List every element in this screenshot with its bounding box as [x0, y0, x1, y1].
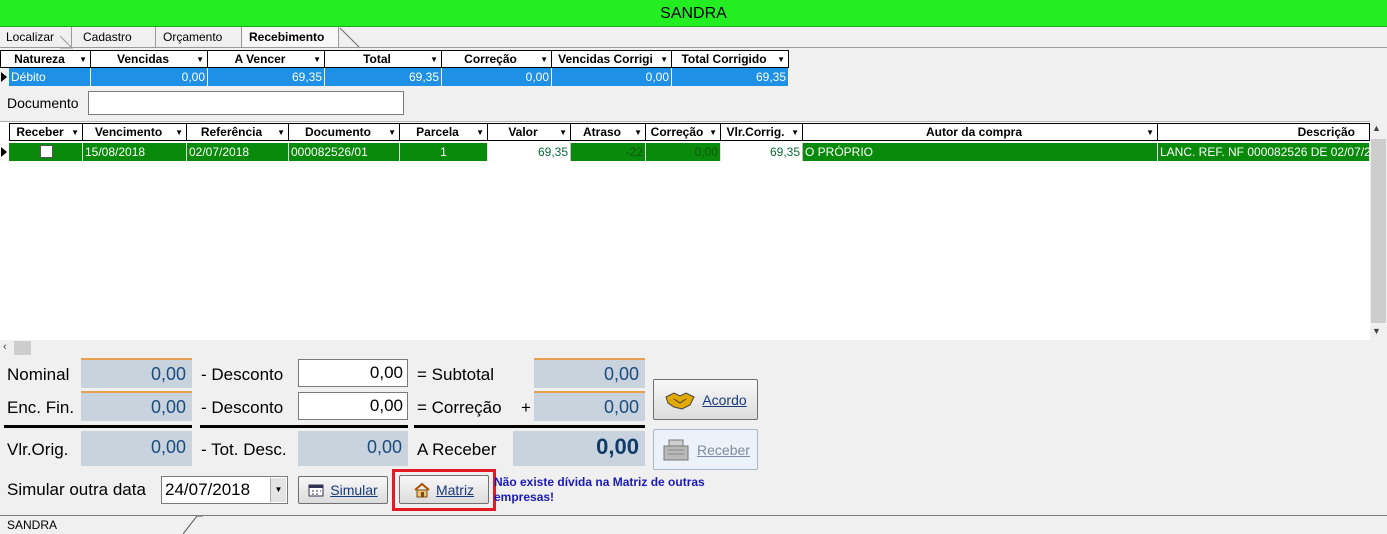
window-title: SANDRA	[0, 0, 1387, 27]
tot-desc-label: - Tot. Desc.	[201, 440, 287, 459]
tab-outline	[60, 27, 360, 49]
cell-a-vencer: 69,35	[208, 68, 325, 86]
nominal-value: 0,00	[81, 358, 192, 388]
correcao-label: = Correção	[417, 398, 502, 417]
cell-total: 69,35	[325, 68, 442, 86]
cell-vencimento: 15/08/2018	[83, 143, 187, 161]
col-documento[interactable]: Documento ▼	[289, 123, 400, 141]
a-receber-label: A Receber	[417, 440, 497, 459]
enc-fin-value: 0,00	[81, 391, 192, 421]
summary-row[interactable]: Débito 0,00 69,35 69,35 0,00 0,00 69,35	[0, 68, 790, 86]
col-autor-da-compra[interactable]: Autor da compra ▼	[803, 123, 1158, 141]
documento-input[interactable]	[88, 91, 404, 115]
cell-documento: 000082526/01	[289, 143, 400, 161]
subtotal-value: 0,00	[534, 358, 645, 388]
matriz-button-label: Matriz	[435, 481, 475, 498]
col-correcao-main[interactable]: Correção ▼	[646, 123, 721, 141]
status-divider	[183, 516, 203, 534]
col-receber[interactable]: Receber ▼	[9, 123, 83, 141]
row-indicator-icon	[1, 72, 7, 82]
simular-button-label: Simular	[330, 482, 378, 498]
vertical-scrollbar[interactable]: ▲ ▼	[1370, 121, 1387, 340]
tot-desc-value: 0,00	[298, 431, 408, 466]
col-vencidas[interactable]: Vencidas ▼	[91, 50, 208, 68]
vertical-scroll-thumb[interactable]	[1371, 139, 1386, 323]
desconto-input[interactable]: 0,00	[298, 359, 408, 387]
handshake-icon	[665, 391, 695, 410]
cell-receber	[9, 143, 83, 161]
acordo-button-label: Acordo	[702, 391, 747, 408]
col-valor[interactable]: Valor ▼	[488, 123, 571, 141]
cell-total-corrigido: 69,35	[672, 68, 789, 86]
horizontal-scrollbar[interactable]: ‹	[0, 340, 1387, 356]
col-a-vencer[interactable]: A Vencer ▼	[208, 50, 325, 68]
separator-line	[414, 425, 645, 428]
acordo-button[interactable]: Acordo	[653, 379, 758, 420]
receivables-grid-header: Receber ▼ Vencimento ▼ Referência ▼ Documen…	[0, 123, 1370, 141]
simular-label: Simular outra data	[7, 480, 146, 499]
horizontal-scroll-thumb[interactable]	[14, 341, 31, 355]
col-total[interactable]: Total ▼	[325, 50, 442, 68]
col-vlr-corrig[interactable]: Vlr.Corrig. ▼	[721, 123, 803, 141]
scroll-left-icon[interactable]: ‹	[3, 341, 7, 353]
receber-button-label: Receber	[697, 441, 750, 458]
simular-date-value: 24/07/2018	[165, 480, 251, 499]
col-vencimento[interactable]: Vencimento ▼	[83, 123, 187, 141]
desconto2-input[interactable]: 0,00	[298, 392, 408, 420]
col-referencia[interactable]: Referência ▼	[187, 123, 289, 141]
cell-natureza: Débito	[9, 68, 91, 86]
correcao-value: 0,00	[534, 391, 645, 421]
cell-correcao: 0,00	[442, 68, 552, 86]
scroll-down-icon[interactable]: ▼	[1372, 326, 1381, 336]
col-parcela[interactable]: Parcela ▼	[400, 123, 488, 141]
matriz-button[interactable]: Matriz	[399, 475, 489, 504]
cash-register-icon	[663, 439, 689, 460]
simular-button[interactable]: Simular	[298, 476, 388, 504]
simular-date-picker[interactable]: 24/07/2018 ▼	[161, 476, 288, 504]
col-total-corrigido[interactable]: Total Corrigido ▼	[672, 50, 789, 68]
home-icon	[414, 482, 430, 497]
cell-vencidas: 0,00	[91, 68, 208, 86]
cell-parcela: 1	[400, 143, 488, 161]
tab-underline	[0, 47, 1387, 48]
a-receber-value: 0,00	[513, 431, 645, 466]
cell-atraso: -22	[571, 143, 646, 161]
cell-autor: O PRÓPRIO	[803, 143, 1158, 161]
cell-referencia: 02/07/2018	[187, 143, 289, 161]
vlr-orig-label: Vlr.Orig.	[7, 440, 69, 459]
separator-line	[200, 425, 408, 428]
calendar-icon	[308, 484, 324, 497]
cell-correcao: 0,00	[646, 143, 721, 161]
cell-descricao: LANC. REF. NF 000082526 DE 02/07/2	[1158, 143, 1370, 161]
cell-valor: 69,35	[488, 143, 571, 161]
desconto-label: - Desconto	[201, 365, 284, 384]
chevron-down-icon[interactable]: ▼	[270, 478, 286, 502]
col-natureza[interactable]: Natureza ▼	[0, 50, 91, 68]
table-row[interactable]: 15/08/2018 02/07/2018 000082526/01 1 69,…	[0, 143, 1370, 161]
enc-fin-label: Enc. Fin.	[7, 398, 75, 417]
desconto2-label: - Desconto	[201, 398, 284, 417]
nominal-label: Nominal	[7, 365, 70, 384]
col-descricao[interactable]: Descrição	[1158, 123, 1370, 141]
row-indicator-icon	[1, 147, 7, 157]
col-atraso[interactable]: Atraso ▼	[571, 123, 646, 141]
documento-label: Documento	[7, 95, 79, 111]
status-bar: SANDRA	[0, 515, 1387, 534]
scroll-up-icon[interactable]: ▲	[1372, 123, 1381, 133]
col-correcao[interactable]: Correção ▼	[442, 50, 552, 68]
cell-vencidas-corrigidas: 0,00	[552, 68, 672, 86]
plus-sign: +	[521, 398, 531, 417]
receber-button[interactable]: Receber	[653, 429, 758, 470]
matriz-message: Não existe dívida na Matriz de outras em…	[494, 475, 705, 504]
status-text: SANDRA	[7, 518, 58, 532]
receber-checkbox[interactable]	[40, 145, 53, 158]
col-vencidas-corrigidas[interactable]: Vencidas Corrigi ▼	[552, 50, 672, 68]
summary-grid-header: Natureza ▼ Vencidas ▼ A Vencer ▼ Total ▼ Cor…	[0, 50, 790, 68]
subtotal-label: = Subtotal	[417, 365, 495, 384]
cell-vlr-corrig: 69,35	[721, 143, 803, 161]
vlr-orig-value: 0,00	[81, 431, 192, 466]
separator-line	[4, 425, 192, 428]
